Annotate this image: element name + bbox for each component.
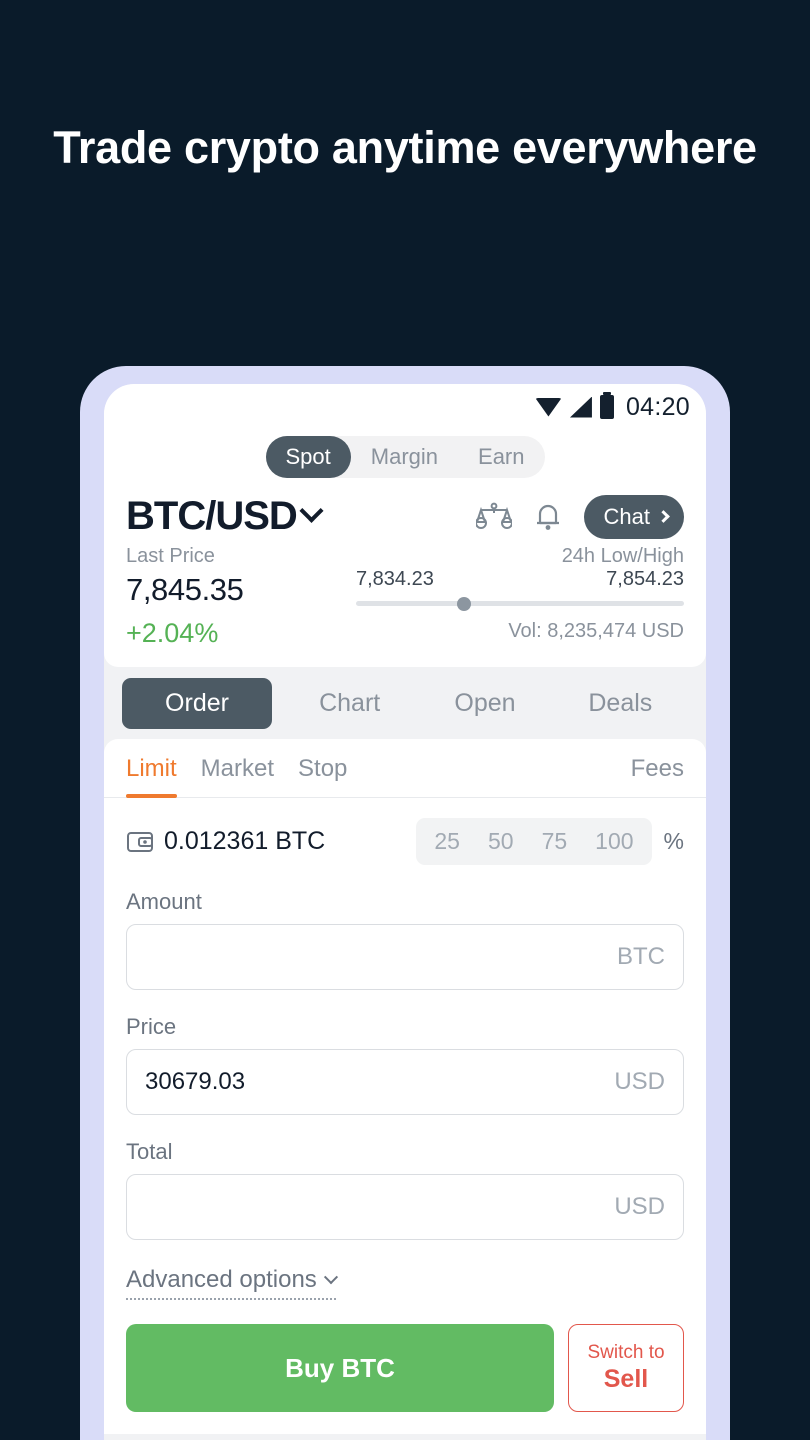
- percent-selector: 25 50 75 100 %: [416, 818, 684, 865]
- tab-deals[interactable]: Deals: [553, 689, 688, 718]
- chevron-down-icon: [299, 498, 324, 523]
- chat-button[interactable]: Chat: [583, 494, 684, 539]
- order-tab-market[interactable]: Market: [201, 755, 274, 797]
- last-price-label: Last Price: [126, 545, 215, 567]
- amount-unit: BTC: [617, 943, 665, 970]
- pair-actions: Chat: [475, 494, 684, 539]
- signal-icon: [569, 396, 592, 418]
- status-bar: 04:20: [104, 384, 706, 430]
- percent-option-75[interactable]: 75: [528, 826, 582, 857]
- market-mode-segmented: Spot Margin Earn: [265, 436, 545, 478]
- range-high-value: 7,854.23: [606, 568, 684, 590]
- order-tab-stop[interactable]: Stop: [298, 755, 347, 797]
- total-label: Total: [126, 1139, 173, 1164]
- balance-value: 0.012361 BTC: [164, 827, 326, 855]
- cta-row: Buy BTC Switch to Sell: [104, 1300, 706, 1412]
- price-value: 30679.03: [145, 1068, 246, 1095]
- range-values: 7,834.23 7,854.23: [356, 568, 684, 591]
- price-block: Last Price 7,845.35 +2.04% 24h Low/High …: [104, 539, 706, 649]
- percent-option-25[interactable]: 25: [420, 826, 474, 857]
- switch-to-sell-big-label: Sell: [603, 1365, 649, 1394]
- range-slider[interactable]: [356, 596, 684, 611]
- order-type-tabs: Limit Market Stop Fees: [104, 739, 706, 798]
- pair-row: BTC/USD Chat: [104, 492, 706, 539]
- last-price-value: 7,845.35: [126, 572, 244, 607]
- price-unit: USD: [614, 1068, 665, 1095]
- segment-earn[interactable]: Earn: [458, 436, 544, 478]
- switch-to-sell-small-label: Switch to: [587, 1341, 665, 1363]
- chat-button-label: Chat: [603, 503, 650, 529]
- price-change-badge: +2.04%: [126, 618, 219, 648]
- market-mode-segmented-wrap: Spot Margin Earn: [104, 430, 706, 492]
- order-tab-limit[interactable]: Limit: [126, 755, 177, 798]
- wallet-icon: [126, 829, 154, 855]
- phone-screen: 04:20 Spot Margin Earn BTC/USD Chat Last…: [104, 384, 706, 1440]
- buy-button[interactable]: Buy BTC: [126, 1324, 554, 1412]
- price-row: Last Price 7,845.35 +2.04% 24h Low/High …: [126, 545, 684, 649]
- order-panel: Limit Market Stop Fees 0.012361 BTC 25 5…: [104, 739, 706, 1434]
- percent-pill: 25 50 75 100: [416, 818, 652, 865]
- range-label: 24h Low/High: [561, 545, 684, 567]
- total-field[interactable]: USD: [126, 1174, 684, 1240]
- battery-icon: [599, 392, 614, 419]
- chevron-down-icon: [323, 1270, 338, 1285]
- segment-spot[interactable]: Spot: [265, 436, 351, 478]
- chevron-right-icon: [657, 510, 670, 523]
- percent-symbol: %: [663, 828, 684, 854]
- percent-option-50[interactable]: 50: [474, 826, 528, 857]
- volume-label: Vol: 8,235,474 USD: [508, 620, 684, 642]
- scales-icon[interactable]: [475, 501, 512, 533]
- tab-open[interactable]: Open: [417, 689, 552, 718]
- last-price-group: Last Price 7,845.35 +2.04%: [126, 545, 356, 649]
- market-header-card: Spot Margin Earn BTC/USD Chat Last Price…: [104, 430, 706, 667]
- main-tabs: Order Chart Open Deals: [104, 667, 706, 739]
- advanced-options-toggle[interactable]: Advanced options: [126, 1266, 338, 1300]
- pair-selector[interactable]: BTC/USD: [126, 494, 324, 539]
- range-group: 24h Low/High 7,834.23 7,854.23 Vol: 8,23…: [356, 545, 684, 643]
- advanced-options-label: Advanced options: [126, 1266, 317, 1293]
- pair-title-label: BTC/USD: [126, 494, 298, 538]
- amount-field[interactable]: BTC: [126, 924, 684, 990]
- amount-label: Amount: [126, 889, 202, 914]
- range-slider-handle[interactable]: [457, 596, 472, 611]
- tab-chart[interactable]: Chart: [282, 689, 417, 718]
- price-field[interactable]: 30679.03 USD: [126, 1049, 684, 1115]
- status-bar-time: 04:20: [625, 392, 690, 421]
- wifi-icon: [534, 397, 562, 417]
- switch-to-sell-button[interactable]: Switch to Sell: [568, 1324, 684, 1412]
- tab-order[interactable]: Order: [122, 677, 272, 729]
- advanced-options-row: Advanced options: [104, 1240, 706, 1300]
- balance-row: 0.012361 BTC 25 50 75 100 %: [104, 798, 706, 865]
- page-headline: Trade crypto anytime everywhere: [53, 122, 757, 173]
- segment-margin[interactable]: Margin: [351, 436, 458, 478]
- bell-icon[interactable]: [534, 501, 562, 533]
- total-unit: USD: [614, 1193, 665, 1220]
- percent-option-100[interactable]: 100: [581, 826, 647, 857]
- fees-link[interactable]: Fees: [631, 755, 684, 797]
- price-label: Price: [126, 1014, 177, 1039]
- range-low-value: 7,834.23: [356, 568, 434, 590]
